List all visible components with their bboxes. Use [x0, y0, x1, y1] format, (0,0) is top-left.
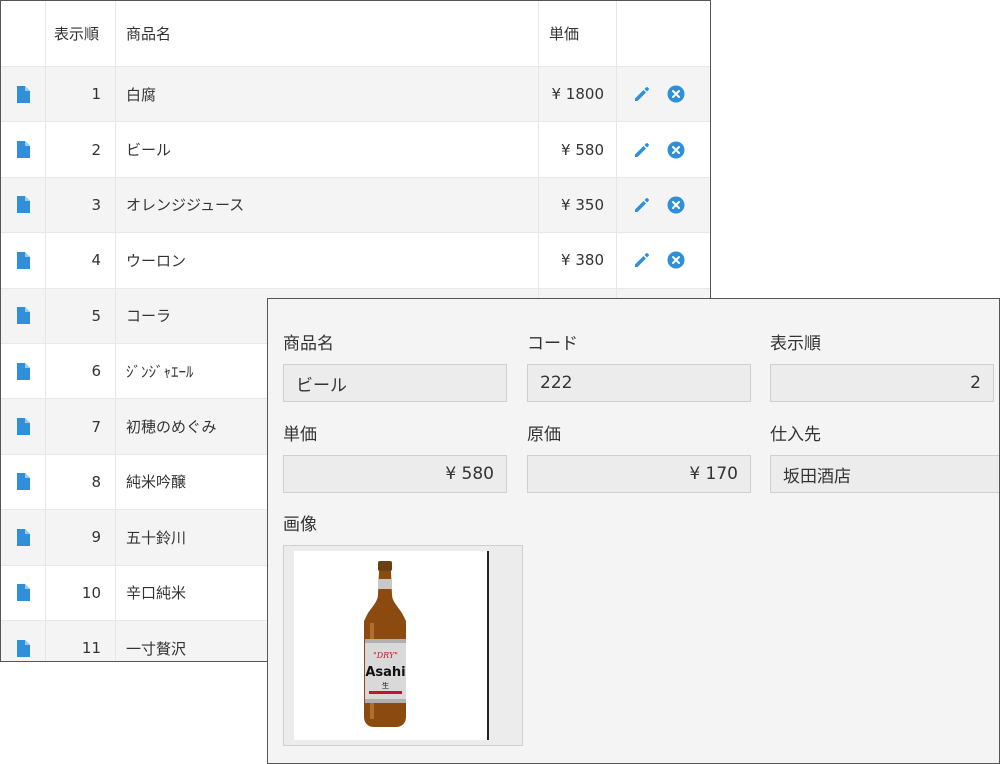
product-image: "DRY" Asahi 生	[294, 551, 489, 740]
row-icon-cell[interactable]	[1, 288, 46, 343]
row-icon-cell[interactable]	[1, 177, 46, 233]
document-icon[interactable]	[16, 584, 30, 602]
field-image: 画像 "DRY" Asahi 生	[283, 513, 523, 746]
row-icon-cell[interactable]	[1, 233, 46, 288]
field-product-name: 商品名 ビール	[283, 332, 507, 402]
row-order: 5	[46, 288, 116, 343]
row-actions	[617, 233, 710, 287]
row-order: 11	[46, 620, 116, 661]
display-order-label: 表示順	[770, 334, 821, 354]
bottle-kanji-text: 生	[382, 681, 389, 690]
delete-circle-x-icon[interactable]	[667, 251, 685, 269]
row-order: 9	[46, 510, 116, 565]
image-frame[interactable]: "DRY" Asahi 生	[283, 545, 523, 746]
field-cost-price: 原価 ¥ 170	[527, 423, 751, 493]
row-name: オレンジジュース	[116, 177, 539, 233]
row-order: 10	[46, 565, 116, 620]
document-icon[interactable]	[16, 196, 30, 214]
document-icon[interactable]	[16, 362, 30, 380]
code-input[interactable]: 222	[527, 364, 751, 402]
document-icon[interactable]	[16, 528, 30, 546]
unit-price-label: 単価	[283, 425, 317, 445]
header-price[interactable]: 単価	[539, 1, 617, 66]
row-icon-cell[interactable]	[1, 122, 46, 177]
document-icon[interactable]	[16, 418, 30, 436]
document-icon[interactable]	[16, 473, 30, 491]
bottle-line-text: "DRY"	[373, 651, 398, 660]
row-icon-cell[interactable]	[1, 565, 46, 620]
row-icon-cell[interactable]	[1, 399, 46, 454]
field-unit-price: 単価 ¥ 580	[283, 423, 507, 493]
table-row[interactable]: 2 ビール ¥ 580	[1, 122, 710, 178]
document-icon[interactable]	[16, 307, 30, 325]
header-order[interactable]: 表示順	[46, 1, 116, 66]
edit-pencil-icon[interactable]	[633, 251, 651, 269]
header-actions	[617, 1, 710, 66]
row-order: 4	[46, 233, 116, 288]
row-price: ¥ 580	[539, 122, 617, 177]
row-order: 8	[46, 454, 116, 510]
field-code: コード 222	[527, 332, 751, 402]
row-icon-cell[interactable]	[1, 454, 46, 510]
field-supplier: 仕入先 坂田酒店	[770, 423, 999, 493]
delete-circle-x-icon[interactable]	[667, 141, 685, 159]
row-order: 1	[46, 67, 116, 122]
row-icon-cell[interactable]	[1, 620, 46, 661]
table-row[interactable]: 1 白腐 ¥ 1800	[1, 67, 710, 123]
delete-circle-x-icon[interactable]	[667, 196, 685, 214]
row-order: 3	[46, 177, 116, 233]
unit-price-input[interactable]: ¥ 580	[283, 455, 507, 493]
supplier-input[interactable]: 坂田酒店	[770, 455, 999, 493]
row-order: 6	[46, 343, 116, 399]
edit-pencil-icon[interactable]	[633, 85, 651, 103]
row-name: 白腐	[116, 67, 539, 122]
product-name-label: 商品名	[283, 334, 334, 354]
row-actions	[617, 67, 710, 121]
display-order-input[interactable]: 2	[770, 364, 994, 402]
cost-price-input[interactable]: ¥ 170	[527, 455, 751, 493]
document-icon[interactable]	[16, 85, 30, 103]
image-label: 画像	[283, 515, 317, 535]
row-name: ウーロン	[116, 233, 539, 288]
document-icon[interactable]	[16, 639, 30, 657]
header-icon-column	[1, 1, 46, 66]
row-name: ビール	[116, 122, 539, 177]
cost-price-label: 原価	[527, 425, 561, 445]
row-price: ¥ 1800	[539, 67, 617, 122]
field-display-order: 表示順 2	[770, 332, 994, 402]
row-actions	[617, 122, 710, 176]
beer-bottle-image: "DRY" Asahi 生	[364, 561, 406, 727]
row-icon-cell[interactable]	[1, 510, 46, 565]
bottle-brand-text: Asahi	[365, 665, 405, 680]
row-order: 2	[46, 122, 116, 177]
header-name[interactable]: 商品名	[116, 1, 539, 66]
row-actions	[617, 178, 710, 232]
row-icon-cell[interactable]	[1, 67, 46, 122]
document-icon[interactable]	[16, 251, 30, 269]
row-order: 7	[46, 399, 116, 454]
product-detail-panel: 商品名 ビール コード 222 表示順 2 単価 ¥ 580 原価 ¥ 170 …	[267, 298, 1000, 764]
grid-header: 表示順 商品名 単価	[1, 1, 710, 67]
product-name-input[interactable]: ビール	[283, 364, 507, 402]
row-price: ¥ 380	[539, 233, 617, 288]
document-icon[interactable]	[16, 141, 30, 159]
supplier-label: 仕入先	[770, 425, 821, 445]
row-icon-cell[interactable]	[1, 343, 46, 399]
table-row[interactable]: 4 ウーロン ¥ 380	[1, 233, 710, 289]
edit-pencil-icon[interactable]	[633, 196, 651, 214]
edit-pencil-icon[interactable]	[633, 141, 651, 159]
code-label: コード	[527, 334, 578, 354]
delete-circle-x-icon[interactable]	[667, 85, 685, 103]
row-price: ¥ 350	[539, 177, 617, 233]
table-row[interactable]: 3 オレンジジュース ¥ 350	[1, 177, 710, 234]
